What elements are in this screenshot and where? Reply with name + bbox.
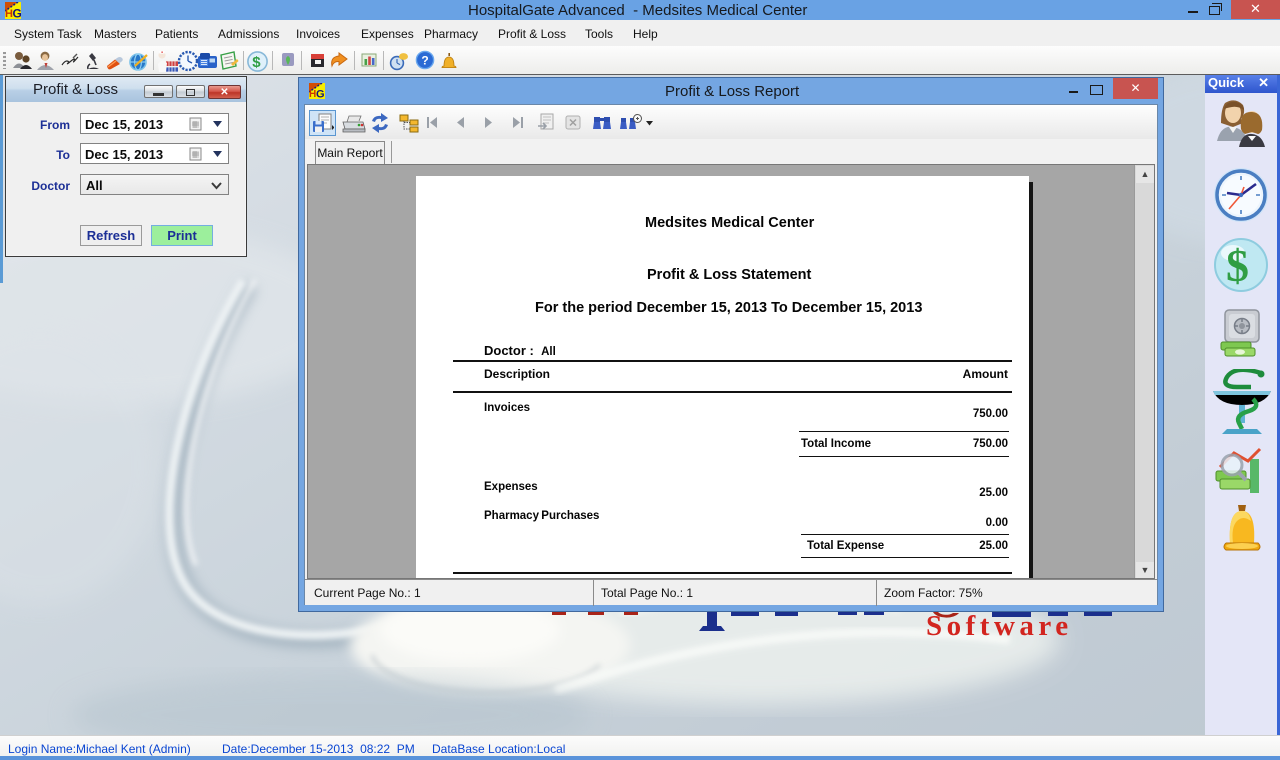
svg-text:G: G — [316, 89, 325, 100]
svg-text:?: ? — [421, 54, 428, 68]
svg-text:$: $ — [252, 54, 261, 71]
svg-text:G: G — [13, 7, 22, 20]
svg-text:$: $ — [1226, 240, 1249, 291]
